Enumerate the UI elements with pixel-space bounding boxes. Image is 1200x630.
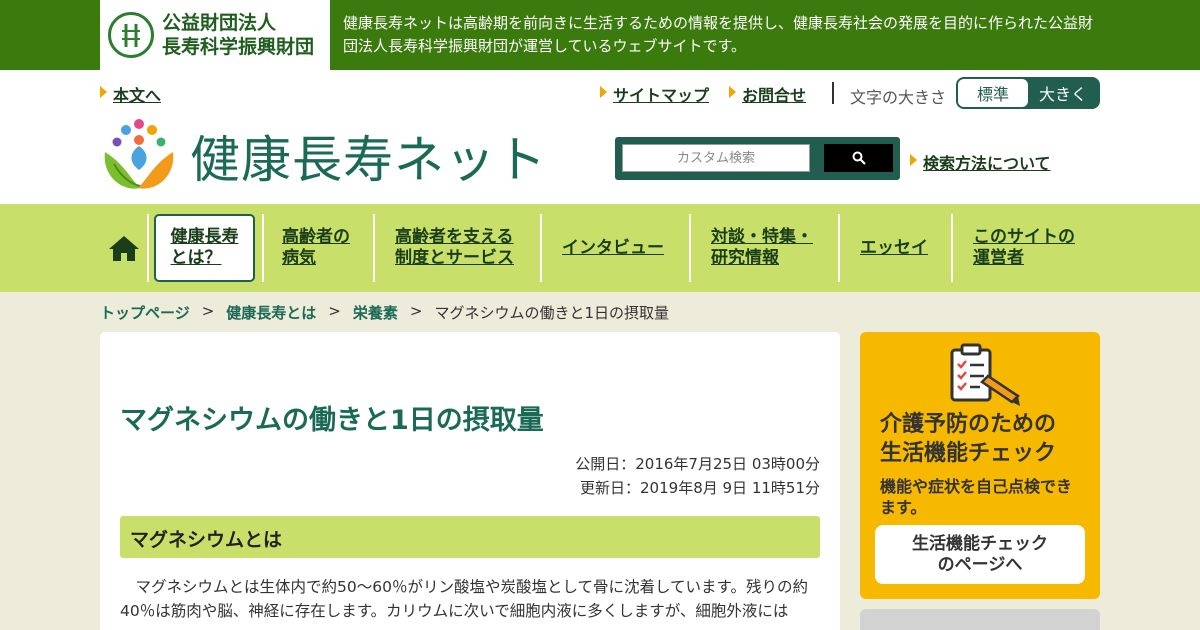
banner-description: 機能や症状を自己点検できます。: [880, 477, 1073, 517]
breadcrumb-separator: >: [409, 302, 423, 320]
nav-item-label: 病気: [282, 248, 316, 268]
breadcrumb-current: マグネシウムの働きと1日の摂取量: [434, 304, 670, 322]
skip-to-content-link[interactable]: 本文へ: [100, 82, 161, 106]
font-size-large-button[interactable]: 大きく: [1028, 79, 1098, 107]
button-label-line2: のページへ: [937, 554, 1023, 575]
nav-separator: [373, 214, 375, 282]
site-logo[interactable]: 健康長寿ネット: [100, 118, 547, 194]
banner-title-line1: 介護予防のための: [880, 412, 1057, 437]
contact-link[interactable]: お問合せ: [729, 82, 806, 106]
breadcrumb: トップページ > 健康長寿とは > 栄養素 > マグネシウムの働きと1日の摂取量: [100, 302, 669, 323]
nav-item-interview[interactable]: インタビュー: [562, 214, 664, 282]
site-description: 健康長寿ネットは高齢期を前向きに生活するための情報を提供し、健康長寿社会の発展を…: [343, 14, 1094, 55]
font-size-toggle: 標準 大きく: [956, 77, 1100, 109]
nav-item-label: 対談・特集・: [711, 227, 813, 247]
organization-name: 公益財団法人 長寿科学振興財団: [162, 11, 314, 59]
life-function-check-button[interactable]: 生活機能チェック のページへ: [875, 525, 1085, 584]
page-title: マグネシウムの働きと1日の摂取量: [120, 405, 544, 436]
updated-date: 更新日：2019年8月 9日 11時51分: [580, 479, 820, 497]
nav-separator: [951, 214, 953, 282]
nav-item-label: このサイトの: [973, 227, 1075, 247]
section-heading: マグネシウムとは: [120, 516, 820, 558]
nav-item-label: 研究情報: [711, 248, 779, 268]
top-bar: 公益財団法人 長寿科学振興財団 健康長寿ネットは高齢期を前向きに生活するための情…: [0, 0, 1200, 70]
breadcrumb-separator: >: [201, 302, 215, 320]
breadcrumb-link-kenko[interactable]: 健康長寿とは: [226, 302, 316, 323]
org-name-line2: 長寿科学振興財団: [162, 36, 315, 58]
nav-item-elderly-diseases[interactable]: 高齢者の 病気: [282, 214, 350, 282]
banner-title: 介護予防のための 生活機能チェック: [880, 410, 1056, 468]
nav-item-essay[interactable]: エッセイ: [860, 214, 928, 282]
nav-item-label: インタビュー: [562, 237, 664, 258]
nav-item-label: 制度とサービス: [395, 248, 514, 268]
life-function-check-banner[interactable]: 介護予防のための 生活機能チェック 機能や症状を自己点検できます。 生活機能チェ…: [860, 332, 1100, 599]
font-size-label: 文字の大きさ: [850, 88, 947, 107]
breadcrumb-separator: >: [328, 302, 341, 320]
search-button[interactable]: [824, 144, 893, 172]
sidebar-banner-2[interactable]: [860, 609, 1100, 630]
published-date: 公開日：2016年7月25日 03時00分: [575, 455, 820, 473]
nav-item-support-services[interactable]: 高齢者を支える 制度とサービス: [395, 214, 514, 282]
font-size-standard-button[interactable]: 標準: [958, 79, 1028, 107]
nav-separator: [540, 214, 542, 282]
leaf-people-logo-icon: [100, 118, 178, 194]
nav-item-label: 健康長寿: [170, 227, 239, 247]
article-dates: 公開日：2016年7月25日 03時00分 更新日：2019年8月 9日 11時…: [575, 452, 820, 500]
nav-item-label: エッセイ: [860, 237, 928, 258]
nav-separator: [689, 214, 691, 282]
breadcrumb-link-top[interactable]: トップページ: [100, 302, 190, 323]
nav-item-label: 高齢者を支える: [395, 227, 514, 247]
search-input[interactable]: [622, 144, 810, 172]
header-divider: [832, 82, 834, 104]
breadcrumb-link-nutrients[interactable]: 栄養素: [353, 302, 398, 323]
nav-item-label: 運営者: [973, 248, 1024, 268]
organization-logo[interactable]: 公益財団法人 長寿科学振興財団: [100, 0, 330, 70]
home-icon: [109, 236, 139, 261]
search-help-link[interactable]: 検索方法について: [910, 150, 1051, 174]
nav-item-research[interactable]: 対談・特集・ 研究情報: [711, 214, 813, 282]
nav-item-about[interactable]: このサイトの 運営者: [973, 214, 1075, 282]
search-form: [615, 137, 900, 180]
button-label-line1: 生活機能チェック: [912, 533, 1048, 554]
nav-separator: [147, 214, 149, 282]
site-header: 本文へ サイトマップ お問合せ 文字の大きさ 標準 大きく 健康長寿ネット カス…: [0, 70, 1200, 204]
bamboo-emblem-icon: [108, 12, 154, 58]
org-name-line1: 公益財団法人: [162, 12, 277, 34]
article: マグネシウムの働きと1日の摂取量 公開日：2016年7月25日 03時00分 更…: [100, 332, 840, 630]
sitemap-link[interactable]: サイトマップ: [600, 82, 709, 106]
nav-item-label: 高齢者の: [282, 227, 350, 247]
global-nav: 健康長寿 とは？ 高齢者の 病気 高齢者を支える 制度とサービス インタビュー 対談・…: [0, 204, 1200, 292]
search-icon: [852, 151, 866, 165]
checklist-clipboard-icon: [948, 342, 1024, 412]
nav-home[interactable]: [108, 214, 140, 282]
site-title: 健康長寿ネット: [190, 131, 547, 189]
nav-item-kenko-choju[interactable]: 健康長寿 とは？: [154, 214, 255, 282]
banner-title-line2: 生活機能チェック: [880, 441, 1057, 466]
nav-separator: [262, 214, 264, 282]
nav-separator: [838, 214, 840, 282]
article-body: マグネシウムとは生体内で約50～60％がリン酸塩や炭酸塩として骨に沈着しています…: [120, 578, 808, 620]
nav-item-label: とは？: [170, 248, 222, 268]
